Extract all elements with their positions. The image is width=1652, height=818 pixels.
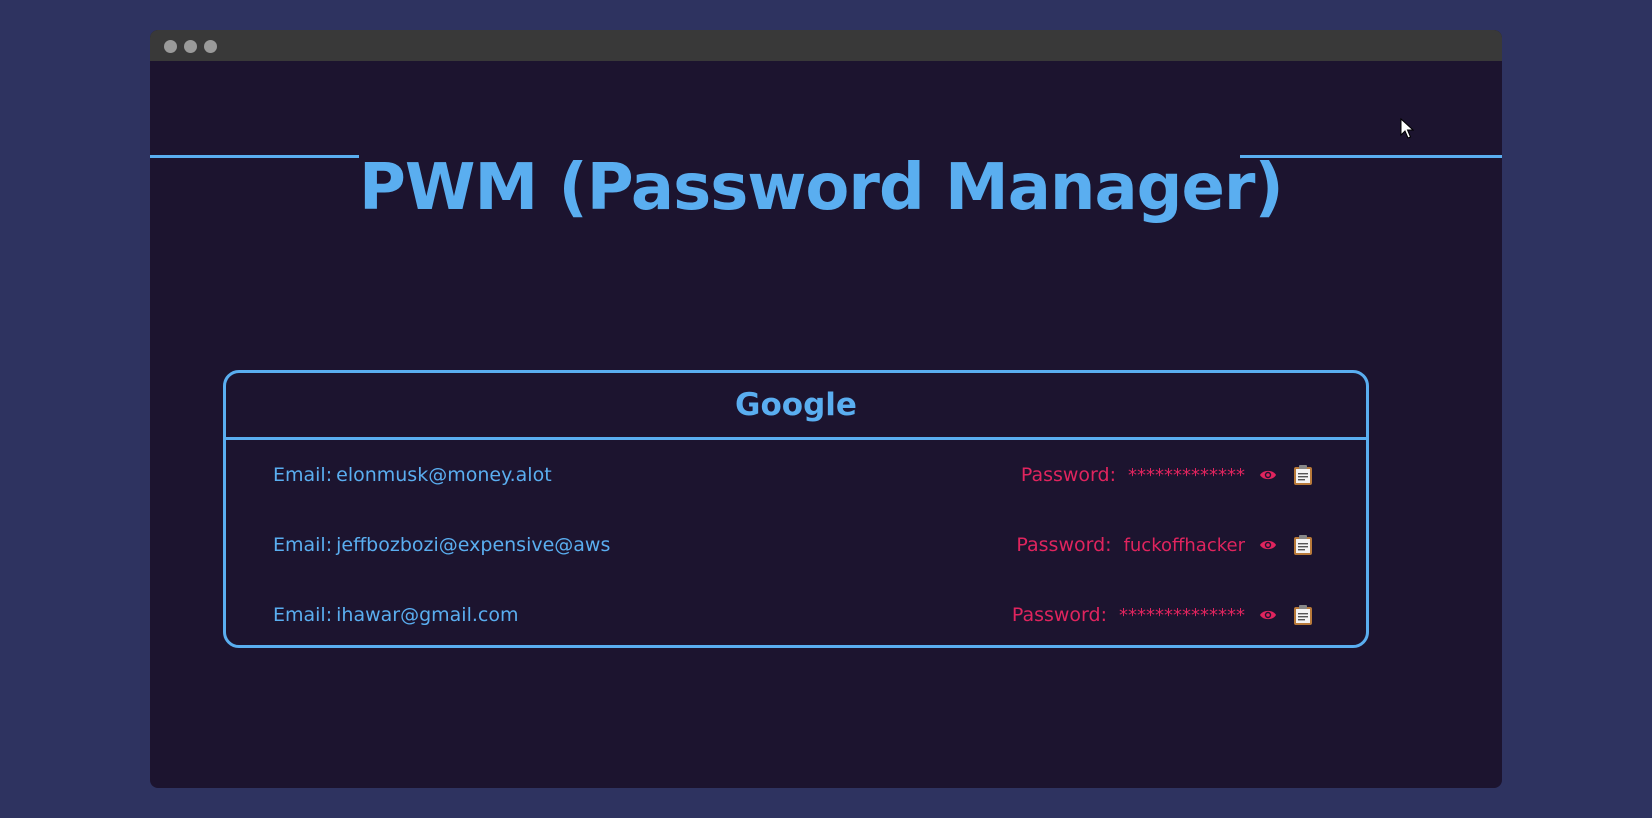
window-titlebar	[150, 30, 1502, 61]
email-text: Email: ihawar@gmail.com	[273, 604, 518, 626]
password-value: **************	[1119, 604, 1245, 626]
password-value: *************	[1128, 464, 1245, 486]
email-text: Email: jeffbozbozi@expensive@aws	[273, 534, 610, 556]
email-label: Email:	[273, 534, 333, 556]
title-rule-right	[1240, 155, 1502, 158]
email-value: elonmusk@money.alot	[336, 464, 552, 486]
credential-card: Google Email: elonmusk@money.alot Passwor…	[223, 370, 1369, 648]
clipboard-icon[interactable]	[1293, 604, 1313, 626]
password-label: Password:	[1020, 464, 1116, 486]
password-label: Password:	[1011, 604, 1107, 626]
title-rule-left	[150, 155, 359, 158]
page-title: PWM (Password Manager)	[359, 151, 1284, 225]
window-minimize-dot[interactable]	[184, 40, 197, 53]
clipboard-icon[interactable]	[1293, 464, 1313, 486]
credential-row: Email: jeffbozbozi@expensive@aws Password…	[273, 527, 1313, 563]
window-maximize-dot[interactable]	[204, 40, 217, 53]
password-group: Password: *************	[1021, 464, 1313, 486]
window-close-dot[interactable]	[164, 40, 177, 53]
password-group: Password: **************	[1012, 604, 1313, 626]
email-text: Email: elonmusk@money.alot	[273, 464, 552, 486]
password-label: Password:	[1016, 534, 1112, 556]
email-label: Email:	[273, 604, 333, 626]
card-title: Google	[735, 387, 857, 423]
password-value: fuckoffhacker	[1123, 534, 1245, 556]
eye-icon[interactable]	[1259, 536, 1277, 554]
credential-row: Email: elonmusk@money.alot Password: ****…	[273, 457, 1313, 493]
password-group: Password: fuckoffhacker	[1016, 534, 1313, 556]
credential-row: Email: ihawar@gmail.com Password: *******…	[273, 597, 1313, 633]
eye-icon[interactable]	[1259, 466, 1277, 484]
mouse-cursor-icon	[1400, 118, 1414, 139]
clipboard-icon[interactable]	[1293, 534, 1313, 556]
eye-icon[interactable]	[1259, 606, 1277, 624]
email-value: jeffbozbozi@expensive@aws	[336, 534, 611, 556]
email-value: ihawar@gmail.com	[336, 604, 519, 626]
app-window: PWM (Password Manager) Google Email: elon…	[150, 30, 1502, 788]
email-label: Email:	[273, 464, 333, 486]
card-header: Google	[226, 373, 1366, 440]
